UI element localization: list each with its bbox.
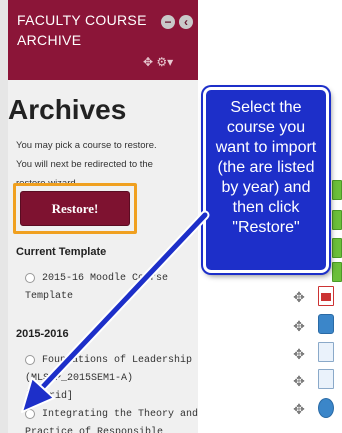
course-radio[interactable]	[25, 355, 35, 365]
globe-icon[interactable]	[318, 398, 334, 418]
block-title: FACULTY COURSE ARCHIVE	[17, 12, 147, 48]
course-label: Practice of Responsible	[25, 427, 164, 433]
page-title: Archives	[8, 94, 127, 125]
move-icon[interactable]: ✥	[292, 402, 306, 416]
restore-button[interactable]: Restore!	[20, 191, 130, 226]
chat-icon[interactable]	[318, 314, 334, 334]
course-radio[interactable]	[25, 273, 35, 283]
section-heading: 2015-2016	[16, 328, 69, 340]
move-and-settings-icon[interactable]: ✥ ⚙▾	[143, 55, 173, 69]
description-line: You may pick a course to restore.	[16, 140, 157, 151]
course-label: Integrating the Theory and	[42, 409, 199, 420]
course-label: 2015-16 Moodle Course	[42, 273, 169, 284]
minimize-icon[interactable]: −	[161, 15, 175, 29]
description-line: You will next be redirected to the	[16, 159, 153, 170]
document-icon[interactable]	[318, 342, 334, 362]
green-bar-icon	[332, 262, 342, 282]
course-radio[interactable]	[25, 409, 35, 419]
left-gutter	[0, 0, 8, 433]
course-label: Template	[25, 291, 74, 302]
move-icon[interactable]: ✥	[292, 319, 306, 333]
move-icon[interactable]: ✥	[292, 347, 306, 361]
green-bar-icon	[332, 180, 342, 200]
instruction-callout: Select the course you want to import (th…	[203, 87, 329, 273]
restore-highlight: Restore!	[13, 183, 137, 234]
move-icon[interactable]: ✥	[292, 290, 306, 304]
green-bar-icon	[332, 210, 342, 230]
pdf-file-icon[interactable]	[318, 286, 334, 306]
block-header: FACULTY COURSE ARCHIVE − ‹ ✥ ⚙▾	[8, 0, 198, 80]
course-label: (MLSHP_2015SEM1-A)	[25, 373, 134, 384]
collapse-chevron-icon[interactable]: ‹	[179, 15, 193, 29]
move-icon[interactable]: ✥	[292, 374, 306, 388]
course-label: [hybrid]	[25, 391, 74, 402]
section-heading: Current Template	[16, 246, 107, 258]
green-bar-icon	[332, 238, 342, 258]
course-label: Foundations of Leadership	[42, 355, 193, 366]
document-icon[interactable]	[318, 369, 334, 389]
